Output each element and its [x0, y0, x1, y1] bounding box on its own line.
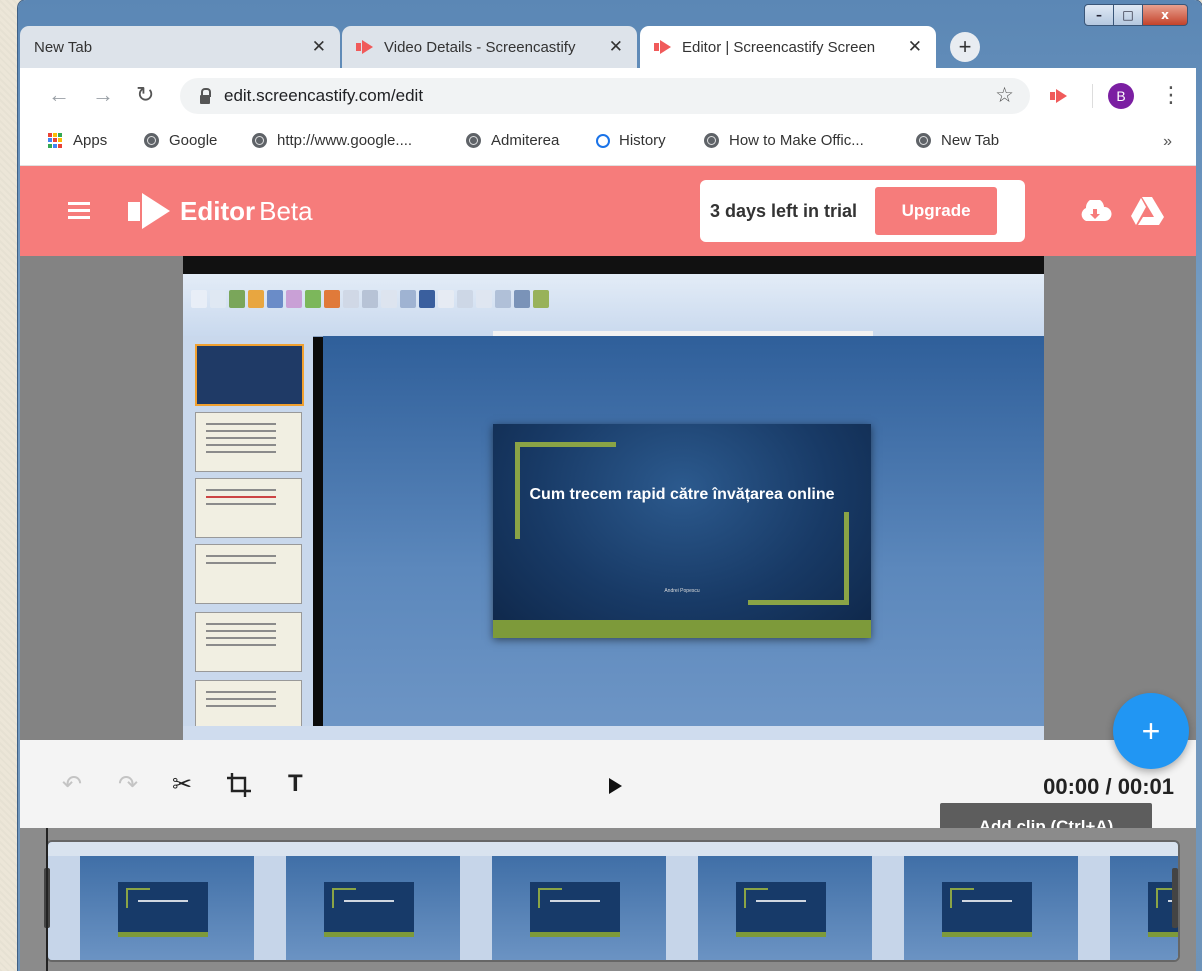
tab-label: New Tab — [34, 38, 93, 56]
add-clip-button[interactable]: + — [1113, 693, 1189, 769]
tab-new-tab[interactable]: New Tab ✕ — [20, 26, 340, 68]
back-icon[interactable]: ← — [48, 82, 70, 108]
bookmark-label: Apps — [73, 132, 108, 149]
tab-label: Video Details - Screencastify — [384, 38, 576, 56]
timeline-frame — [1078, 842, 1178, 960]
bookmark-new-tab[interactable]: New Tab — [916, 132, 999, 149]
bookmark-label: http://www.google.... — [277, 132, 413, 149]
time-display: 00:00 / 00:01 — [1043, 774, 1174, 799]
bookmark-history[interactable]: History — [596, 132, 666, 149]
bookmarks-overflow-icon[interactable]: » — [1163, 133, 1172, 151]
screencastify-icon — [654, 40, 672, 54]
timeline-clip[interactable] — [46, 840, 1180, 962]
play-icon[interactable] — [609, 778, 622, 794]
bookmarks-bar: Apps Google http://www.google.... Admite… — [20, 124, 1196, 166]
new-tab-button[interactable]: + — [950, 32, 980, 62]
bookmark-label: History — [619, 132, 666, 149]
timeline-frame — [254, 842, 460, 960]
playhead[interactable] — [46, 828, 48, 971]
app-title: Editor Beta — [180, 196, 313, 227]
slide-thumbnail — [195, 544, 302, 604]
timeline-frame — [460, 842, 666, 960]
address-bar[interactable]: edit.screencastify.com/edit ☆ — [180, 78, 1030, 114]
browser-toolbar: ← → ↻ edit.screencastify.com/edit ☆ B ⋮ — [20, 68, 1196, 124]
close-tab-icon[interactable]: ✕ — [609, 37, 623, 57]
bookmark-google[interactable]: Google — [144, 132, 217, 149]
bookmark-admiterea[interactable]: Admiterea — [466, 132, 559, 149]
editor-header: Editor Beta 3 days left in trial Upgrade — [20, 166, 1196, 256]
slide-band — [493, 620, 871, 638]
reload-icon[interactable]: ↻ — [136, 82, 154, 108]
url-text: edit.screencastify.com/edit — [224, 86, 424, 105]
bookmark-label: Admiterea — [491, 132, 560, 149]
upgrade-button[interactable]: Upgrade — [875, 187, 998, 235]
globe-icon — [466, 133, 481, 148]
undo-icon[interactable]: ↶ — [62, 770, 82, 799]
hamburger-menu-icon[interactable] — [68, 202, 90, 223]
slide-thumbnail — [195, 612, 302, 672]
bookmark-star-icon[interactable]: ☆ — [995, 83, 1014, 108]
trim-handle-right[interactable] — [1172, 868, 1178, 928]
app-name: Editor — [180, 196, 256, 226]
bookmark-how-to-make[interactable]: How to Make Offic... — [704, 132, 864, 149]
slide-author: Andrei Popescu — [664, 588, 700, 594]
trial-text: 3 days left in trial — [710, 200, 858, 221]
cut-scissors-icon[interactable]: ✂ — [172, 770, 192, 799]
redo-icon[interactable]: ↷ — [118, 770, 138, 799]
tab-label: Editor | Screencastify Screen — [682, 38, 876, 56]
screencastify-logo-icon — [128, 193, 172, 229]
slide-thumbnail — [195, 478, 302, 538]
crop-icon[interactable] — [226, 772, 252, 798]
globe-icon — [704, 133, 719, 148]
minimize-button[interactable]: – — [1084, 4, 1114, 26]
bookmark-label: New Tab — [941, 132, 1000, 149]
bookmark-google-url[interactable]: http://www.google.... — [252, 132, 412, 149]
menu-kebab-icon[interactable]: ⋮ — [1160, 82, 1182, 108]
globe-icon — [144, 133, 159, 148]
bookmark-label: Google — [169, 132, 218, 149]
lock-icon — [200, 87, 211, 104]
close-tab-icon[interactable]: ✕ — [908, 37, 922, 57]
slide-thumbnail — [195, 412, 302, 472]
history-icon — [596, 133, 610, 148]
beta-badge: Beta — [259, 196, 313, 226]
tab-video-details[interactable]: Video Details - Screencastify ✕ — [342, 26, 637, 68]
profile-avatar[interactable]: B — [1108, 83, 1134, 109]
tab-editor[interactable]: Editor | Screencastify Screen ✕ — [640, 26, 936, 68]
ppt-status-bar — [183, 726, 1044, 740]
timeline-frame — [666, 842, 872, 960]
bookmark-apps[interactable]: Apps — [48, 132, 107, 149]
slide-main: Cum trecem rapid către învățarea online … — [493, 424, 871, 638]
forward-icon[interactable]: → — [92, 82, 114, 108]
slide-title: Cum trecem rapid către învățarea online — [529, 486, 835, 503]
preview-stage: Cum trecem rapid către învățarea online … — [20, 256, 1196, 740]
maximize-button[interactable]: □ — [1114, 4, 1143, 26]
toolbar-divider — [1092, 84, 1093, 108]
screencastify-extension-icon[interactable] — [1050, 89, 1070, 103]
timeline — [20, 828, 1196, 971]
window-controls: – □ x — [1084, 4, 1188, 26]
slide-thumbnail — [195, 344, 304, 406]
video-preview[interactable]: Cum trecem rapid către învățarea online … — [183, 256, 1044, 740]
tab-strip: New Tab ✕ Video Details - Screencastify … — [20, 26, 1020, 68]
ppt-title-bar — [183, 256, 1044, 274]
apps-grid-icon — [48, 133, 63, 148]
close-tab-icon[interactable]: ✕ — [312, 37, 326, 57]
timeline-frame — [48, 842, 254, 960]
google-drive-icon[interactable] — [1130, 196, 1164, 226]
timeline-frame — [872, 842, 1078, 960]
ribbon-icons — [191, 290, 549, 308]
screencastify-icon — [356, 40, 374, 54]
ppt-ribbon — [183, 274, 1044, 337]
globe-icon — [252, 133, 267, 148]
globe-icon — [916, 133, 931, 148]
text-tool-icon[interactable]: T — [288, 770, 303, 798]
window-close-button[interactable]: x — [1143, 4, 1188, 26]
bookmark-label: How to Make Offic... — [729, 132, 864, 149]
trial-banner: 3 days left in trial Upgrade — [700, 180, 1025, 242]
cloud-download-icon[interactable] — [1078, 200, 1112, 222]
ppt-slide-thumbnails — [183, 336, 313, 740]
